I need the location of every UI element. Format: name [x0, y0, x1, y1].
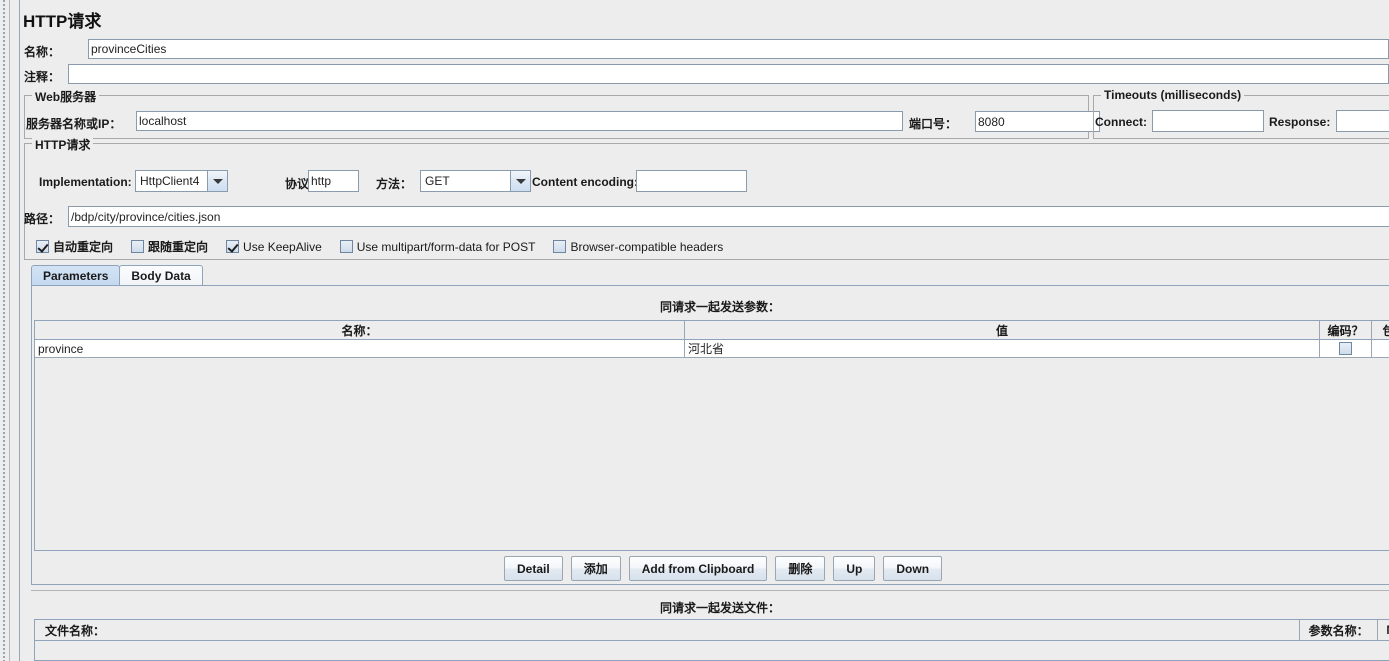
chevron-down-icon	[515, 178, 526, 184]
tab-body-data[interactable]: Body Data	[119, 265, 203, 286]
comment-input[interactable]	[68, 64, 1389, 84]
files-table-empty-area	[35, 641, 1389, 660]
checkbox-use-keepalive[interactable]: Use KeepAlive	[226, 240, 322, 254]
files-caption: 同请求一起发送文件：	[659, 601, 780, 615]
cell-include[interactable]	[1372, 340, 1389, 357]
connect-timeout-label: Connect:	[1095, 115, 1147, 129]
column-header-include[interactable]: 包	[1372, 321, 1389, 339]
tab-label: Body Data	[131, 269, 191, 283]
tab-bar: Parameters Body Data	[31, 264, 203, 286]
table-header-row: 名称： 值 编码？ 包	[35, 321, 1389, 340]
parameters-caption: 同请求一起发送参数：	[659, 300, 780, 314]
path-input[interactable]: /bdp/city/province/cities.json	[68, 206, 1389, 227]
checkbox-box-icon	[553, 240, 567, 253]
split-pane-divider[interactable]	[0, 0, 10, 661]
checkbox-box-icon	[36, 240, 49, 253]
checkbox-auto-redirect[interactable]: 自动重定向	[36, 238, 113, 255]
name-label: 名称：	[24, 45, 61, 59]
content-encoding-label: Content encoding:	[532, 175, 638, 189]
method-combobox[interactable]: GET	[420, 170, 531, 192]
request-options-row: 自动重定向 跟随重定向 Use KeepAlive Use multipart/…	[36, 238, 723, 255]
protocol-input[interactable]: http	[308, 170, 359, 192]
up-button[interactable]: Up	[833, 556, 876, 581]
server-name-label: 服务器名称或IP：	[26, 117, 122, 131]
port-label: 端口号：	[909, 117, 958, 131]
detail-button[interactable]: Detail	[504, 556, 563, 581]
down-button[interactable]: Down	[883, 556, 943, 581]
path-label: 路径：	[24, 212, 61, 226]
delete-button[interactable]: 删除	[775, 556, 826, 581]
column-header-value[interactable]: 值	[685, 321, 1320, 339]
column-header-mime-type[interactable]: MI	[1378, 620, 1389, 640]
tab-parameters[interactable]: Parameters	[31, 265, 121, 286]
http-request-group-title: HTTP请求	[32, 136, 94, 153]
add-button[interactable]: 添加	[570, 556, 621, 581]
parameters-table[interactable]: 名称： 值 编码？ 包 province 河北省	[34, 320, 1389, 551]
parameters-button-row: Detail 添加 Add from Clipboard 删除 Up Down	[504, 556, 943, 581]
column-header-encode[interactable]: 编码？	[1320, 321, 1372, 339]
checkbox-follow-redirect[interactable]: 跟随重定向	[131, 238, 208, 255]
checkbox-use-multipart[interactable]: Use multipart/form-data for POST	[339, 239, 536, 254]
table-empty-area	[35, 358, 1389, 549]
table-row[interactable]: province 河北省	[35, 340, 1389, 358]
response-timeout-input[interactable]	[1336, 110, 1389, 132]
tab-label: Parameters	[43, 269, 109, 283]
content-encoding-input[interactable]	[636, 170, 747, 192]
method-label: 方法：	[376, 177, 413, 191]
add-from-clipboard-button[interactable]: Add from Clipboard	[628, 556, 768, 581]
checkbox-box-icon	[131, 240, 145, 253]
timeouts-group-title: Timeouts (milliseconds)	[1101, 88, 1245, 102]
cell-parameter-value[interactable]: 河北省	[685, 340, 1320, 357]
method-dropdown-button[interactable]	[510, 171, 530, 191]
files-section-separator	[31, 590, 1389, 591]
http-request-panel: HTTP请求 名称： provinceCities 注释： Web服务器 服务器…	[0, 0, 1389, 661]
checkbox-box-icon	[339, 240, 353, 253]
method-value: GET	[421, 171, 510, 191]
cell-encode[interactable]	[1320, 340, 1372, 357]
column-header-parameter-name[interactable]: 参数名称：	[1300, 620, 1379, 640]
connect-timeout-input[interactable]	[1152, 110, 1264, 132]
main-panel: HTTP请求 名称： provinceCities 注释： Web服务器 服务器…	[20, 0, 1389, 661]
checkbox-label: Use multipart/form-data for POST	[356, 239, 536, 254]
web-server-group-title: Web服务器	[32, 88, 100, 105]
cell-parameter-name[interactable]: province	[35, 340, 685, 357]
checkbox-box-icon	[226, 240, 240, 253]
comment-label: 注释：	[24, 70, 61, 84]
page-title: HTTP请求	[23, 12, 102, 31]
column-header-name[interactable]: 名称：	[35, 321, 685, 339]
checkbox-label: Browser-compatible headers	[570, 239, 724, 254]
checkbox-box-icon[interactable]	[1339, 342, 1352, 355]
files-table[interactable]: 文件名称： 参数名称： MI	[34, 619, 1389, 661]
chevron-down-icon	[212, 178, 223, 184]
split-pane-grip-icon	[3, 0, 6, 661]
files-table-header-row: 文件名称： 参数名称： MI	[35, 620, 1389, 641]
implementation-dropdown-button[interactable]	[207, 171, 227, 191]
implementation-combobox[interactable]: HttpClient4	[135, 170, 228, 192]
column-header-filename[interactable]: 文件名称：	[35, 620, 1301, 640]
server-name-input[interactable]: localhost	[136, 111, 903, 131]
checkbox-label: 自动重定向	[53, 240, 114, 254]
implementation-label: Implementation:	[39, 175, 132, 189]
port-input[interactable]: 8080	[975, 111, 1100, 132]
checkbox-label: Use KeepAlive	[243, 239, 322, 254]
implementation-value: HttpClient4	[136, 171, 207, 191]
name-input[interactable]: provinceCities	[88, 39, 1389, 59]
split-pane-edge	[10, 0, 20, 661]
response-timeout-label: Response:	[1269, 115, 1331, 129]
checkbox-label: 跟随重定向	[148, 240, 209, 254]
checkbox-browser-compatible-headers[interactable]: Browser-compatible headers	[553, 240, 723, 254]
